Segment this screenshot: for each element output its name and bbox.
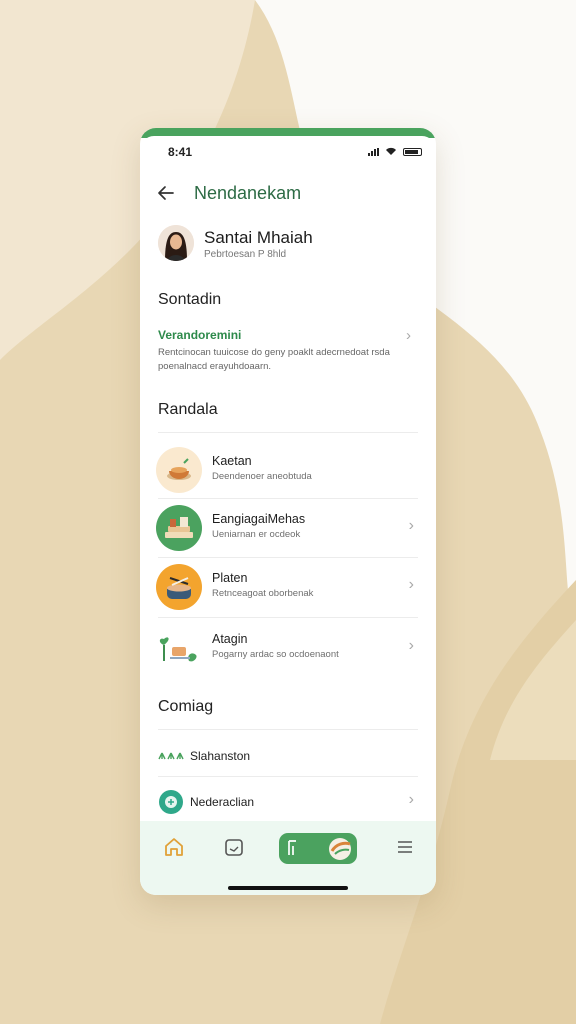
home-icon[interactable] [160,833,188,861]
divider [158,498,418,499]
food-plate-icon [329,838,351,860]
status-bar: 8:41 [140,136,436,166]
list-item-title: Atagin [212,632,248,646]
list-item-title: Platen [212,571,248,585]
notice-card[interactable]: Verandoremini Rentcinocan tuuicose do ge… [158,328,418,378]
chevron-right-icon: › [406,327,411,344]
list-item[interactable]: EangiagaiMehas Ueniarnan er ocdeok › [156,505,418,553]
wifi-icon [386,147,396,155]
page-title: Nendanekam [194,183,302,203]
section-heading-1: Sontadin [158,291,222,308]
calendar-icon[interactable] [220,833,248,861]
divider [158,776,418,777]
globe-icon [159,790,183,814]
divider [158,617,418,618]
list-item-subtitle: Deendenoer aneobtuda [212,471,312,482]
section-heading-3: Comiag [158,698,214,715]
battery-icon [403,147,422,156]
nav-bar: Nendanekam [140,173,436,213]
phone-frame: 8:41 Nendanekam Santai Mhaiah Pebrtoesan… [140,128,436,895]
profile-name: Santai Mhaiah [204,228,313,247]
chevron-right-icon: › [408,791,414,808]
signal-icon [368,147,379,156]
list-item-subtitle: Pogarny ardac so ocdoenaont [212,649,339,660]
list-item[interactable]: Kaetan Deendenoer aneobtuda [156,447,418,495]
divider [158,432,418,433]
back-arrow-icon[interactable] [154,181,178,205]
chevron-right-icon: › [408,517,414,534]
divider [158,729,418,730]
row-label: Slahanston [190,749,251,763]
books-icon [156,505,202,551]
list-item[interactable]: Nederaclian › [158,785,418,819]
chevron-right-icon: › [408,576,414,593]
bottom-tab-bar [140,821,436,895]
avatar [158,225,194,261]
list-item-title: EangiagaiMehas [212,512,306,526]
list-item[interactable]: Platen Retnceagoat oborbenak › [156,564,418,612]
tab-menu-book-active[interactable] [279,833,357,864]
list-item-title: Kaetan [212,454,252,468]
notice-title: Verandoremini [158,328,242,342]
menu-icon[interactable] [391,833,419,861]
list-item[interactable]: Slahanston [158,739,418,773]
home-indicator [228,886,348,890]
section-heading-2: Randala [158,401,218,418]
cooking-pot-icon [156,564,202,610]
notice-text: Rentcinocan tuuicose do geny poaklt adec… [158,347,390,372]
menu-book-icon [288,840,296,855]
food-bowl-icon [156,447,202,493]
chevron-right-icon: › [408,637,414,654]
list-item-subtitle: Retnceagoat oborbenak [212,588,314,599]
list-item-subtitle: Ueniarnan er ocdeok [212,529,301,540]
plants-icon [156,625,202,671]
divider [158,557,418,558]
status-icons [368,147,422,156]
profile-subtitle: Pebrtoesan P 8hld [204,249,287,260]
status-time: 8:41 [168,145,193,159]
profile-card[interactable]: Santai Mhaiah Pebrtoesan P 8hld [158,225,418,265]
list-item[interactable]: Atagin Pogarny ardac so ocdoenaont › [156,625,418,673]
row-label: Nederaclian [190,795,255,809]
leaves-icon [158,752,184,760]
